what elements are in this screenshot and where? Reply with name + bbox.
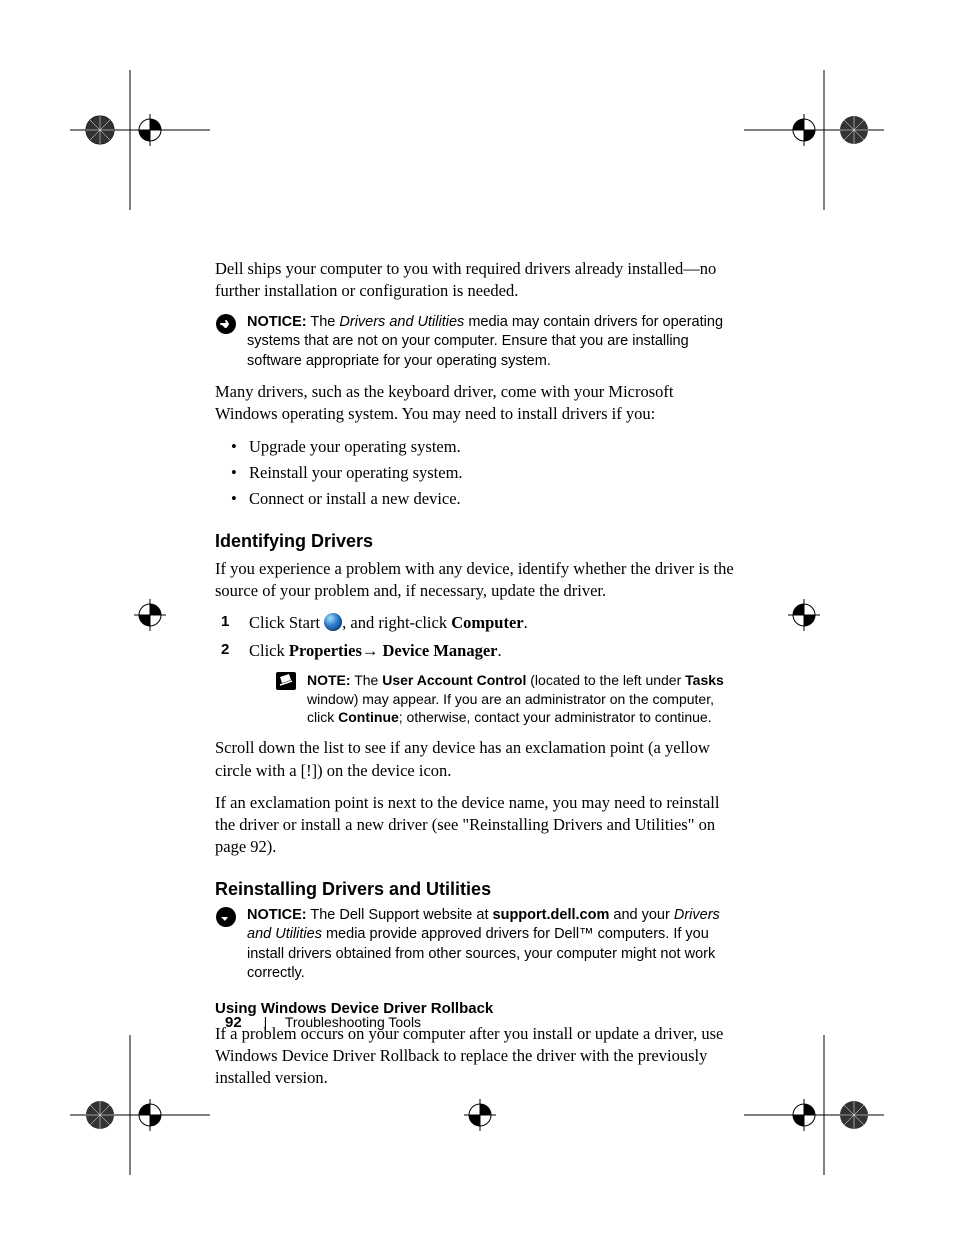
crop-mark-icon	[744, 1035, 884, 1175]
notice-label: NOTICE:	[247, 907, 307, 923]
step-number: 2	[221, 640, 229, 660]
footer-separator: |	[264, 1014, 268, 1030]
crop-mark-icon	[70, 1035, 210, 1175]
step-item: 2 Click Properties→ Device Manager.	[215, 640, 735, 662]
heading-identifying: Identifying Drivers	[215, 531, 735, 552]
notice-text: NOTICE: The Dell Support website at supp…	[247, 906, 735, 984]
note-callout: NOTE: The User Account Control (located …	[275, 671, 735, 728]
scroll-paragraph: Scroll down the list to see if any devic…	[215, 737, 735, 782]
notice-callout: NOTICE: The Drivers and Utilities media …	[215, 313, 735, 372]
step-list: 1 Click Start , and right-click Computer…	[215, 612, 735, 663]
exclamation-paragraph: If an exclamation point is next to the d…	[215, 792, 735, 859]
crop-mark-icon	[744, 70, 884, 210]
rollback-paragraph: If a problem occurs on your computer aft…	[215, 1023, 735, 1090]
list-item: Reinstall your operating system.	[215, 462, 735, 484]
footer-section: Troubleshooting Tools	[285, 1014, 421, 1030]
notice-label: NOTICE:	[247, 314, 307, 330]
page-content: Dell ships your computer to you with req…	[215, 258, 735, 1100]
drivers-intro: Many drivers, such as the keyboard drive…	[215, 381, 735, 426]
page-footer: 92 | Troubleshooting Tools	[225, 1014, 421, 1031]
page-number: 92	[225, 1014, 242, 1031]
note-icon	[275, 671, 297, 728]
heading-reinstalling: Reinstalling Drivers and Utilities	[215, 879, 735, 900]
note-text: NOTE: The User Account Control (located …	[307, 671, 735, 728]
note-label: NOTE:	[307, 672, 351, 688]
intro-paragraph: Dell ships your computer to you with req…	[215, 258, 735, 303]
list-item: Upgrade your operating system.	[215, 436, 735, 458]
notice-icon	[215, 313, 237, 372]
crop-mark-icon	[70, 555, 210, 695]
notice-text: NOTICE: The Drivers and Utilities media …	[247, 313, 735, 372]
notice-callout: NOTICE: The Dell Support website at supp…	[215, 906, 735, 984]
identifying-paragraph: If you experience a problem with any dev…	[215, 558, 735, 603]
windows-start-icon	[324, 613, 342, 631]
step-item: 1 Click Start , and right-click Computer…	[215, 612, 735, 634]
notice-icon	[215, 906, 237, 984]
list-item: Connect or install a new device.	[215, 488, 735, 510]
step-number: 1	[221, 612, 229, 632]
bullet-list: Upgrade your operating system. Reinstall…	[215, 436, 735, 511]
crop-mark-icon	[70, 70, 210, 210]
crop-mark-icon	[744, 555, 884, 695]
